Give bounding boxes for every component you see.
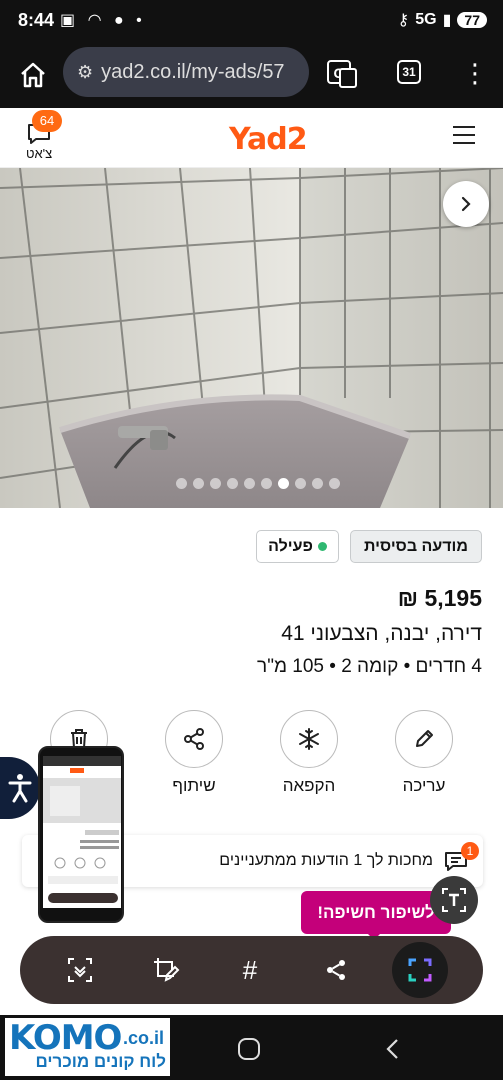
gallery-dot[interactable] xyxy=(261,478,272,489)
battery-icon: 77 xyxy=(457,12,487,28)
home-icon[interactable] xyxy=(18,60,48,90)
freeze-label[interactable]: הקפאה xyxy=(269,776,349,796)
status-badge: פעילה xyxy=(256,530,339,563)
text-scan-icon xyxy=(442,888,466,912)
improve-exposure-button[interactable]: לשיפור חשיפה! xyxy=(301,891,451,934)
komo-tagline: לוח קונים מוכרים xyxy=(35,1052,166,1071)
edit-button[interactable] xyxy=(395,710,453,768)
scroll-capture-icon xyxy=(68,958,92,982)
gallery-dot[interactable] xyxy=(244,478,255,489)
notification-icons: ▣ ◠ ● • xyxy=(60,12,146,29)
status-bar: 8:44 ▣ ◠ ● • ⚷ 5G ▮ 77 xyxy=(0,0,503,44)
scroll-capture-button[interactable] xyxy=(60,950,100,990)
tabs-count-button[interactable]: 31 xyxy=(397,60,421,84)
site-header: 64 צ'אט Yad2 xyxy=(0,108,503,168)
signal-icon: ▮ xyxy=(442,12,452,29)
ad-type-badge: מודעה בסיסית xyxy=(350,530,482,563)
gallery-next-button[interactable] xyxy=(443,181,489,227)
gallery-dot[interactable] xyxy=(210,478,221,489)
gallery-dot[interactable] xyxy=(278,478,289,489)
url-bar[interactable]: ⚙ yad2.co.il/my-ads/57 xyxy=(63,47,309,97)
share-icon xyxy=(184,728,204,750)
screenshot-preview-thumbnail[interactable] xyxy=(38,746,124,923)
active-dot-icon xyxy=(317,542,327,551)
nav-home-button[interactable] xyxy=(238,1038,260,1060)
screenshot-preview-image xyxy=(43,756,121,916)
hashtag-button[interactable]: # xyxy=(230,950,270,990)
listing-details: 4 חדרים • קומה 2 • 105 מ"ר xyxy=(257,656,482,677)
accessibility-icon xyxy=(8,774,32,803)
gallery-dot[interactable] xyxy=(193,478,204,489)
komo-watermark: KOMO .co.il לוח קונים מוכרים xyxy=(5,1018,170,1076)
edit-screenshot-button[interactable] xyxy=(146,950,186,990)
notification-text: מחכות לך 1 הודעות ממתעניינים xyxy=(219,852,433,869)
listing-photo[interactable] xyxy=(0,168,503,508)
gallery-dot[interactable] xyxy=(295,478,306,489)
gallery-dot[interactable] xyxy=(329,478,340,489)
pencil-icon xyxy=(416,730,433,747)
status-right-icons: ⚷ 5G ▮ 77 xyxy=(398,10,487,30)
listing-price: 5,195 ₪ xyxy=(397,585,482,611)
share-button[interactable] xyxy=(165,710,223,768)
chat-count-badge: 64 xyxy=(32,110,62,132)
share-screenshot-button[interactable] xyxy=(316,950,356,990)
share-icon xyxy=(327,960,345,980)
listing-address: דירה, יבנה, הצבעוני 41 xyxy=(281,622,482,645)
komo-domain: .co.il xyxy=(123,1028,165,1048)
accessibility-button[interactable] xyxy=(0,757,40,819)
text-select-fab[interactable] xyxy=(430,876,478,924)
network-label: 5G xyxy=(415,11,437,28)
browser-toolbar: ⚙ yad2.co.il/my-ads/57 G 31 ⋮ xyxy=(0,44,503,108)
gallery-dot[interactable] xyxy=(176,478,187,489)
url-text: yad2.co.il/my-ads/57 xyxy=(101,60,285,83)
gallery-dot[interactable] xyxy=(227,478,238,489)
share-label[interactable]: שיתוף xyxy=(154,776,234,796)
snowflake-icon xyxy=(299,728,319,750)
status-time: 8:44 xyxy=(18,10,55,30)
translate-icon[interactable]: G xyxy=(326,57,358,89)
nav-back-button[interactable] xyxy=(382,1038,404,1060)
screenshot-toolbar: # xyxy=(20,936,483,1004)
crop-edit-icon xyxy=(154,958,180,982)
key-icon: ⚷ xyxy=(397,12,410,29)
bathroom-photo xyxy=(0,168,503,508)
yad2-logo[interactable]: Yad2 xyxy=(229,122,308,157)
hamburger-menu-icon[interactable] xyxy=(453,126,475,146)
gallery-dots xyxy=(176,478,340,489)
smart-select-button[interactable] xyxy=(392,942,448,998)
notification-badge: 1 xyxy=(461,842,479,860)
chevron-right-icon xyxy=(461,196,471,212)
site-settings-icon[interactable]: ⚙ xyxy=(77,62,93,83)
smart-select-icon xyxy=(408,958,432,982)
browser-menu-icon[interactable]: ⋮ xyxy=(462,58,488,88)
status-text: פעילה xyxy=(268,537,313,555)
chat-label[interactable]: צ'אט xyxy=(26,146,52,161)
freeze-button[interactable] xyxy=(280,710,338,768)
gallery-dot[interactable] xyxy=(312,478,323,489)
edit-label[interactable]: עריכה xyxy=(384,776,464,796)
